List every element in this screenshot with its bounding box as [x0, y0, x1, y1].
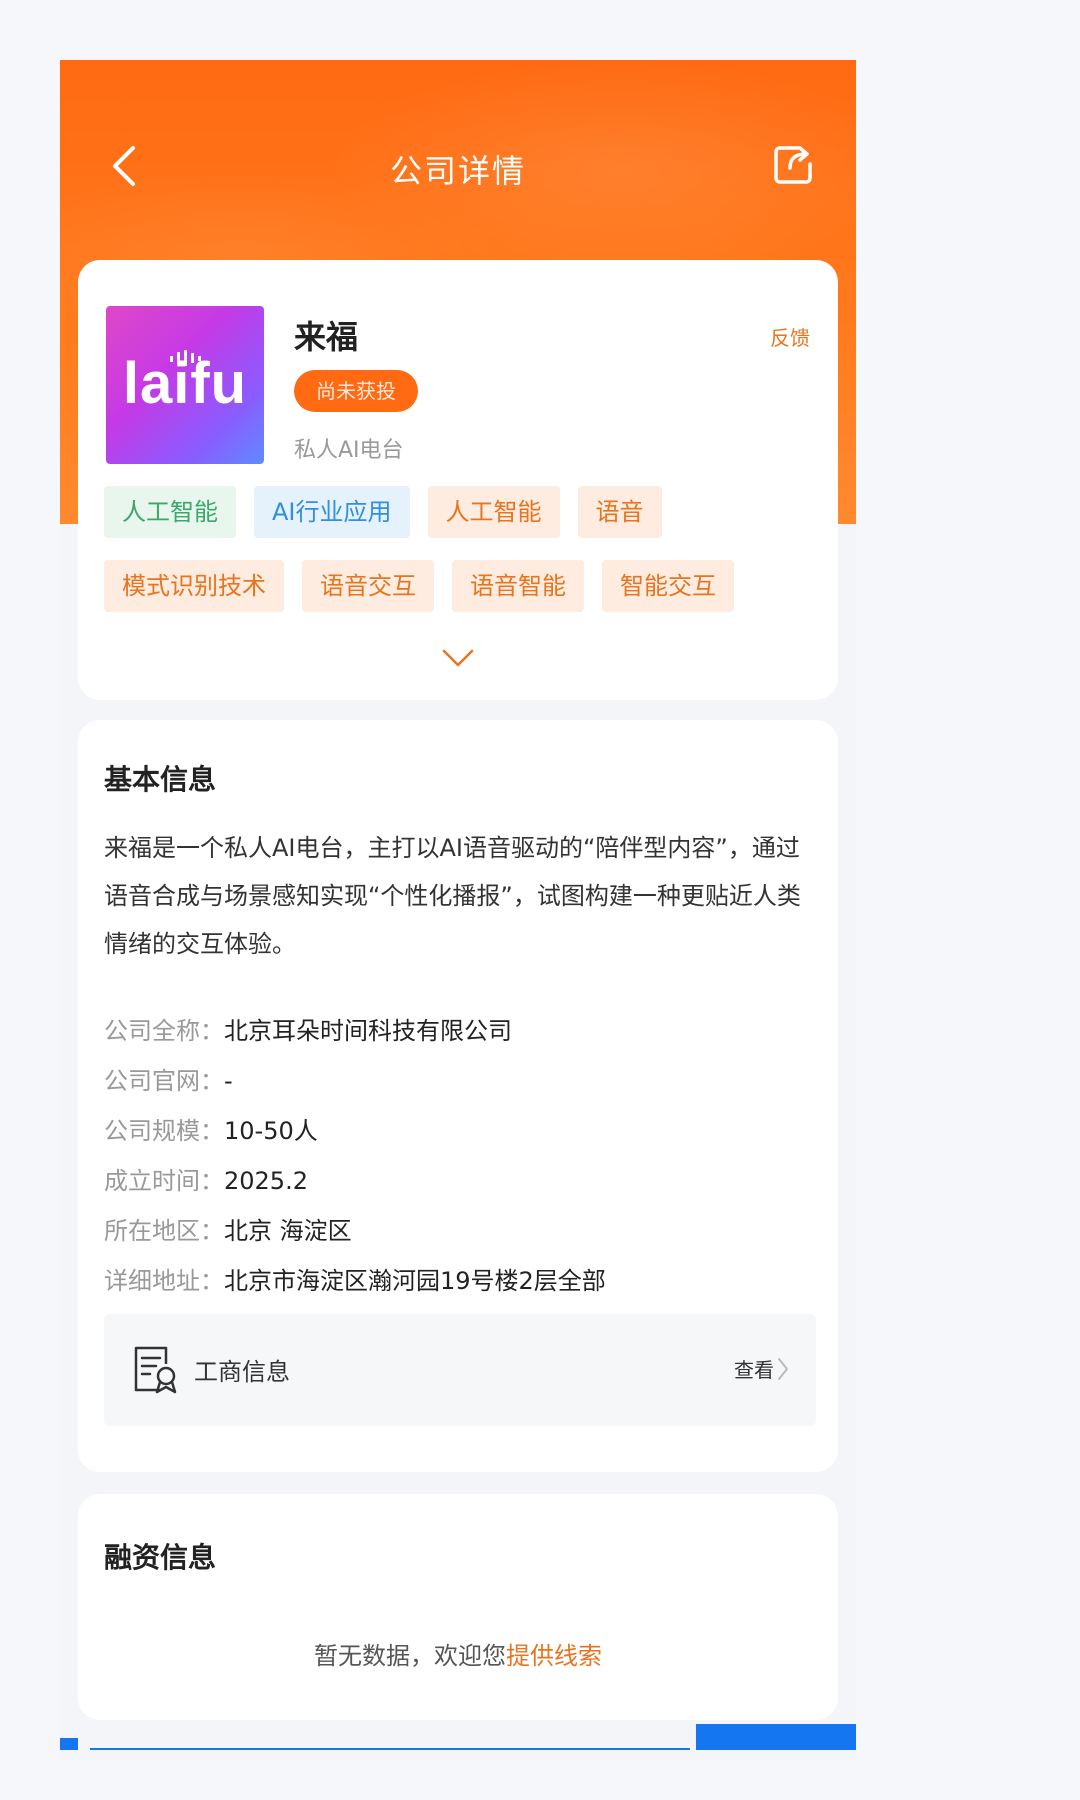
tag[interactable]: 语音交互 [302, 560, 434, 612]
info-row-website: 公司官网：- [104, 1056, 606, 1106]
empty-state: 暂无数据，欢迎您提供线索 [78, 1636, 838, 1671]
info-value: 2025.2 [224, 1167, 308, 1195]
tag[interactable]: 语音智能 [452, 560, 584, 612]
page-title: 公司详情 [389, 152, 526, 190]
company-profile-card: laifu 来福 尚未获投 私人AI电台 反馈 人工智能 AI行业应用 人工智能… [78, 260, 838, 700]
info-label: 公司全称： [104, 1017, 224, 1045]
info-list: 公司全称：北京耳朵时间科技有限公司 公司官网：- 公司规模：10-50人 成立时… [104, 1006, 606, 1306]
info-row-size: 公司规模：10-50人 [104, 1106, 606, 1156]
logo-text: laifu [122, 351, 248, 416]
view-label: 查看 [734, 1358, 774, 1382]
empty-text: 暂无数据，欢迎您 [314, 1642, 506, 1670]
business-info-label: 工商信息 [194, 1358, 290, 1386]
info-row-founded: 成立时间：2025.2 [104, 1156, 606, 1206]
info-value: - [224, 1067, 233, 1095]
expand-tags-button[interactable] [430, 638, 486, 678]
bottom-bar [60, 1724, 856, 1760]
business-license-icon [134, 1346, 177, 1394]
status-badge: 尚未获投 [294, 370, 418, 412]
tag[interactable]: 人工智能 [104, 486, 236, 538]
company-logo: laifu [106, 306, 264, 464]
info-row-region: 所在地区：北京 海淀区 [104, 1206, 606, 1256]
tag[interactable]: 模式识别技术 [104, 560, 284, 612]
info-label: 成立时间： [104, 1167, 224, 1195]
bottom-bar-segment [60, 1738, 78, 1750]
info-label: 详细地址： [104, 1267, 224, 1295]
company-name: 来福 [294, 318, 359, 356]
tag-list: 人工智能 AI行业应用 人工智能 语音 模式识别技术 语音交互 语音智能 智能交… [104, 486, 804, 612]
share-button[interactable] [764, 134, 824, 194]
info-value: 北京 海淀区 [224, 1217, 352, 1245]
chevron-down-icon [442, 649, 474, 667]
info-value: 北京耳朵时间科技有限公司 [224, 1017, 512, 1045]
bottom-bar-line [90, 1748, 690, 1750]
info-row-address: 详细地址：北京市海淀区瀚河园19号楼2层全部 [104, 1256, 606, 1306]
provide-clue-link[interactable]: 提供线索 [506, 1642, 602, 1670]
section-title-basic-info: 基本信息 [104, 763, 217, 796]
info-value: 北京市海淀区瀚河园19号楼2层全部 [224, 1267, 606, 1295]
bottom-bar-button[interactable] [696, 1724, 856, 1750]
company-slogan: 私人AI电台 [294, 438, 404, 463]
tag[interactable]: 智能交互 [602, 560, 734, 612]
info-label: 公司官网： [104, 1067, 224, 1095]
tag[interactable]: 人工智能 [427, 486, 560, 538]
tag[interactable]: 语音 [577, 486, 662, 538]
info-label: 所在地区： [104, 1217, 224, 1245]
feedback-link[interactable]: 反馈 [770, 322, 810, 351]
business-info-entry[interactable]: 工商信息 查看 [104, 1314, 816, 1426]
info-row-full-name: 公司全称：北京耳朵时间科技有限公司 [104, 1006, 606, 1056]
navbar: 公司详情 [60, 120, 856, 216]
info-label: 公司规模： [104, 1117, 224, 1145]
funding-info-card: 融资信息 暂无数据，欢迎您提供线索 [78, 1494, 838, 1720]
view-link[interactable]: 查看 [734, 1354, 790, 1383]
info-value: 10-50人 [224, 1117, 318, 1145]
chevron-right-icon [778, 1357, 788, 1380]
phone-screen: 公司详情 laifu 来福 尚未获投 私人AI电台 反馈 人工智能 AI行业应用… [60, 60, 856, 1760]
share-icon [774, 146, 812, 184]
basic-info-card: 基本信息 来福是一个私人AI电台，主打以AI语音驱动的“陪伴型内容”，通过语音合… [78, 720, 838, 1472]
company-description: 来福是一个私人AI电台，主打以AI语音驱动的“陪伴型内容”，通过语音合成与场景感… [104, 834, 801, 958]
section-title-funding: 融资信息 [104, 1541, 217, 1574]
tag[interactable]: AI行业应用 [254, 486, 410, 538]
